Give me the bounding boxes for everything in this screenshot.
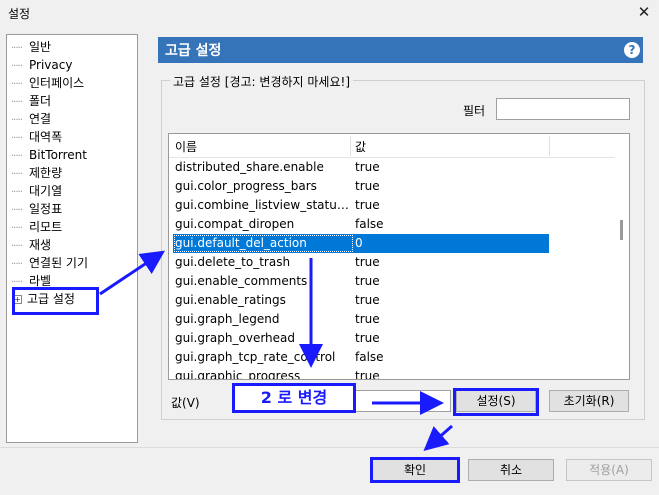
scrollbar-thumb[interactable]	[620, 220, 623, 240]
table-header: 이름 값	[169, 134, 615, 158]
tree-item-privacy[interactable]: ····· Privacy	[11, 56, 72, 74]
tree-item-playback[interactable]: ····· 재생	[11, 236, 51, 254]
row-name: gui.graph_overhead	[175, 331, 296, 345]
table-row-selected[interactable]: gui.default_del_action 0	[173, 234, 549, 253]
row-name: gui.default_del_action	[175, 236, 307, 250]
row-value: true	[355, 160, 380, 174]
tree-item-remote[interactable]: ····· 리모트	[11, 218, 62, 236]
tree-item-label: 대기열	[29, 184, 63, 198]
column-header-value[interactable]: 값	[355, 138, 366, 155]
cancel-button[interactable]: 취소	[468, 459, 554, 481]
table-row[interactable]: gui.graph_tcp_rate_control false	[169, 348, 615, 367]
table-row[interactable]: gui.graph_overhead true	[169, 329, 615, 348]
annotation-box-set	[453, 388, 539, 416]
row-value: true	[355, 293, 380, 307]
section-header: 고급 설정 ?	[158, 37, 643, 63]
tree-item-interface[interactable]: ····· 인터페이스	[11, 74, 84, 92]
help-icon[interactable]: ?	[624, 42, 640, 58]
table-row[interactable]: gui.delete_to_trash true	[169, 253, 615, 272]
tree-item-bittorrent[interactable]: ····· BitTorrent	[11, 146, 87, 164]
row-value: true	[355, 255, 380, 269]
page-title: 고급 설정	[165, 43, 222, 59]
table-row[interactable]: gui.graphic_progress true	[169, 367, 615, 380]
row-name: distributed_share.enable	[175, 160, 324, 174]
tree-item-label: 대역폭	[29, 130, 63, 144]
annotation-anchor	[168, 232, 190, 254]
annotation-box-ok	[370, 457, 460, 483]
row-name: gui.graph_tcp_rate_control	[175, 350, 336, 364]
tree-item-bandwidth[interactable]: ····· 대역폭	[11, 128, 62, 146]
tree-item-paired-devices[interactable]: ····· 연결된 기기	[11, 254, 88, 272]
tree-item-label: Privacy	[29, 58, 73, 72]
row-name: gui.graphic_progress	[175, 369, 301, 380]
tree-item-label: 리모트	[29, 220, 63, 234]
title-bar: 설정 ✕	[0, 0, 659, 26]
table-row[interactable]: gui.compat_diropen false	[169, 215, 615, 234]
row-name: gui.compat_diropen	[175, 217, 295, 231]
tree-item-label: 연결	[29, 112, 52, 126]
tree-item-label: 인터페이스	[29, 76, 85, 90]
column-divider	[549, 136, 550, 156]
arrow-to-ok-button	[423, 424, 453, 451]
tree-item-connection[interactable]: ····· 연결	[11, 110, 51, 128]
filter-input[interactable]	[496, 98, 630, 120]
annotation-box-advanced	[12, 287, 99, 315]
tree-item-label: 라벨	[29, 274, 52, 288]
value-label: 값(V)	[171, 396, 200, 410]
table-row[interactable]: gui.enable_comments true	[169, 272, 615, 291]
row-name: gui.enable_comments	[175, 274, 308, 288]
row-name: gui.combine_listview_status_d...	[175, 198, 351, 212]
row-value: false	[355, 217, 384, 231]
close-icon[interactable]: ✕	[634, 2, 654, 22]
tree-item-limits[interactable]: ····· 제한량	[11, 164, 62, 182]
tree-item-label: 일반	[29, 40, 52, 54]
tree-item-label: BitTorrent	[29, 148, 87, 162]
tree-item-label: 일정표	[29, 202, 63, 216]
footer-divider	[0, 447, 659, 448]
row-value: true	[355, 198, 380, 212]
tree-item-folders[interactable]: ····· 폴더	[11, 92, 51, 110]
row-name: gui.delete_to_trash	[175, 255, 291, 269]
row-name: gui.enable_ratings	[175, 293, 286, 307]
column-divider	[350, 136, 351, 156]
table-row[interactable]: distributed_share.enable true	[169, 158, 615, 177]
column-header-name[interactable]: 이름	[175, 138, 197, 155]
table-row[interactable]: gui.graph_legend true	[169, 310, 615, 329]
group-label: 고급 설정 [경고: 변경하지 마세요!]	[170, 73, 353, 90]
tree-item-label: 재생	[29, 238, 52, 252]
filter-label: 필터	[463, 104, 486, 118]
row-value: true	[355, 369, 380, 380]
row-name: gui.color_progress_bars	[175, 179, 317, 193]
row-value: true	[355, 312, 380, 326]
settings-table[interactable]: 이름 값 distributed_share.enable true gui.co…	[168, 133, 630, 380]
row-value: true	[355, 331, 380, 345]
tree-item-general[interactable]: ····· 일반	[11, 38, 51, 56]
reset-button[interactable]: 초기화(R)	[549, 390, 629, 412]
apply-button[interactable]: 적용(A)	[566, 459, 652, 481]
table-row[interactable]: gui.combine_listview_status_d... true	[169, 196, 615, 215]
row-value: true	[355, 274, 380, 288]
row-value: 0	[355, 236, 363, 250]
row-value: true	[355, 179, 380, 193]
settings-tree[interactable]: ····· 일반 ····· Privacy ····· 인터페이스 ····· 폴더 …	[6, 34, 138, 443]
table-row[interactable]: gui.enable_ratings true	[169, 291, 615, 310]
table-row[interactable]: gui.color_progress_bars true	[169, 177, 615, 196]
row-value: false	[355, 350, 384, 364]
row-name: gui.graph_legend	[175, 312, 280, 326]
tree-item-label: 제한량	[29, 166, 63, 180]
tree-item-scheduler[interactable]: ····· 일정표	[11, 200, 62, 218]
tree-item-label: 폴더	[29, 94, 52, 108]
window-title: 설정	[8, 7, 31, 21]
tree-item-label: 연결된 기기	[29, 256, 89, 270]
tree-item-queue[interactable]: ····· 대기열	[11, 182, 62, 200]
annotation-label: 2 로 변경	[232, 383, 356, 413]
